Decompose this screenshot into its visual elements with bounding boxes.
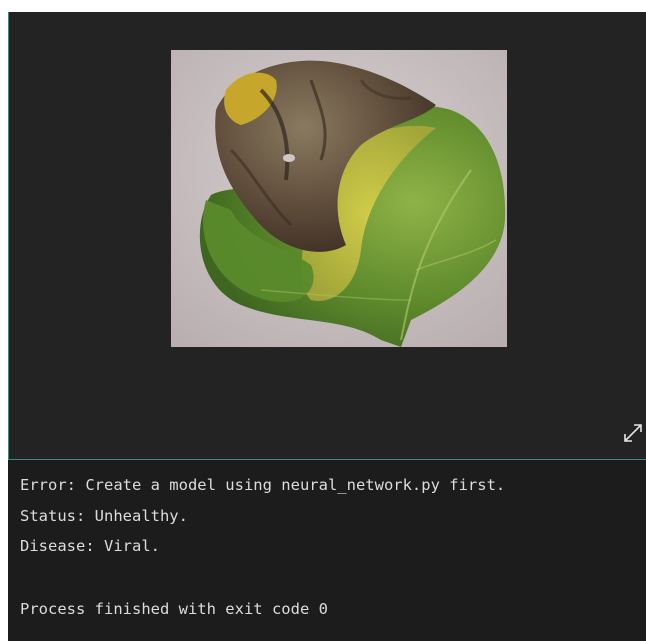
run-console-output[interactable]: Error: Create a model using neural_netwo… bbox=[8, 460, 646, 641]
run-window: Error: Create a model using neural_netwo… bbox=[8, 12, 646, 641]
leaf-image bbox=[171, 50, 507, 347]
exit-code-line: Process finished with exit code 0 bbox=[20, 600, 328, 618]
expand-icon[interactable] bbox=[621, 421, 645, 445]
status-line: Status: Unhealthy. bbox=[20, 507, 188, 525]
disease-line: Disease: Viral. bbox=[20, 537, 160, 555]
image-viewer-panel bbox=[8, 12, 646, 460]
error-message-line: Error: Create a model using neural_netwo… bbox=[20, 476, 506, 494]
